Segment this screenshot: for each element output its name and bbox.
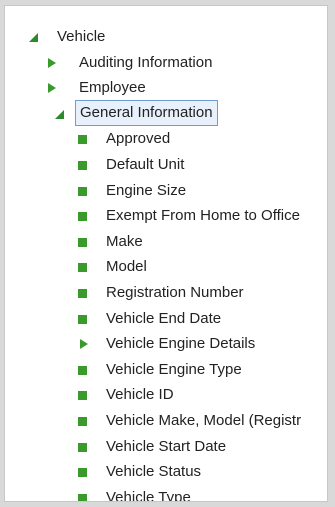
field-leaf-icon: [77, 133, 89, 145]
collapsed-toggle-icon[interactable]: [45, 57, 57, 69]
tree-node-employee[interactable]: Employee: [5, 75, 327, 101]
tree-node-label: Default Unit: [106, 155, 185, 173]
tree-node-label: Vehicle ID: [106, 386, 174, 404]
field-leaf-icon: [77, 364, 89, 376]
field-leaf-icon: [77, 236, 89, 248]
collapsed-toggle-icon[interactable]: [77, 338, 89, 350]
field-tree-panel: Vehicle Auditing Information Employee Ge…: [4, 5, 328, 502]
field-leaf-icon: [77, 313, 89, 325]
field-leaf-icon: [77, 159, 89, 171]
tree-leaf-vehicle-status[interactable]: Vehicle Status: [5, 459, 327, 485]
tree-leaf-vehicle-start-date[interactable]: Vehicle Start Date: [5, 434, 327, 460]
collapsed-toggle-icon[interactable]: [45, 82, 57, 94]
tree-node-vehicle-engine-details[interactable]: Vehicle Engine Details: [5, 331, 327, 357]
field-leaf-icon: [77, 466, 89, 478]
tree-node-label: Engine Size: [106, 181, 187, 199]
tree-node-general-information[interactable]: General Information: [5, 99, 327, 127]
expand-toggle-icon[interactable]: [53, 108, 65, 120]
tree-node-auditing-information[interactable]: Auditing Information: [5, 50, 327, 76]
tree-leaf-exempt-from-home-to-office[interactable]: Exempt From Home to Office: [5, 203, 327, 229]
field-tree: Vehicle Auditing Information Employee Ge…: [5, 24, 327, 502]
tree-node-label: Vehicle: [57, 28, 106, 45]
tree-leaf-engine-size[interactable]: Engine Size: [5, 178, 327, 204]
field-leaf-icon: [77, 210, 89, 222]
tree-node-label: Vehicle Make, Model (Registr: [106, 411, 302, 429]
tree-node-label: Exempt From Home to Office: [106, 207, 300, 225]
expand-toggle-icon[interactable]: [27, 31, 39, 43]
tree-node-label: Vehicle End Date: [106, 309, 222, 327]
tree-node-label: Vehicle Engine Type: [106, 360, 242, 378]
tree-leaf-vehicle-make-model[interactable]: Vehicle Make, Model (Registr: [5, 408, 327, 434]
tree-leaf-default-unit[interactable]: Default Unit: [5, 152, 327, 178]
tree-node-label-selected: General Information: [75, 99, 218, 126]
tree-node-label: Employee: [79, 79, 146, 97]
tree-node-label: Make: [106, 232, 143, 250]
tree-leaf-model[interactable]: Model: [5, 254, 327, 280]
tree-node-label: Auditing Information: [79, 53, 213, 71]
field-leaf-icon: [77, 492, 89, 501]
field-leaf-icon: [77, 287, 89, 299]
field-leaf-icon: [77, 389, 89, 401]
tree-node-label: Vehicle Type: [106, 488, 191, 502]
tree-leaf-vehicle-end-date[interactable]: Vehicle End Date: [5, 306, 327, 332]
tree-leaf-registration-number[interactable]: Registration Number: [5, 280, 327, 306]
tree-leaf-make[interactable]: Make: [5, 229, 327, 255]
tree-node-label: Model: [106, 258, 147, 276]
tree-leaf-vehicle-id[interactable]: Vehicle ID: [5, 382, 327, 408]
tree-node-label: Vehicle Start Date: [106, 437, 227, 455]
tree-node-label: Vehicle Engine Details: [106, 335, 256, 353]
field-leaf-icon: [77, 415, 89, 427]
field-leaf-icon: [77, 441, 89, 453]
field-leaf-icon: [77, 185, 89, 197]
tree-node-vehicle[interactable]: Vehicle: [5, 24, 327, 50]
tree-node-label: Registration Number: [106, 283, 244, 301]
tree-leaf-vehicle-type[interactable]: Vehicle Type: [5, 485, 327, 502]
tree-node-label: Approved: [106, 130, 171, 148]
tree-leaf-approved[interactable]: Approved: [5, 126, 327, 152]
tree-leaf-vehicle-engine-type[interactable]: Vehicle Engine Type: [5, 357, 327, 383]
field-leaf-icon: [77, 261, 89, 273]
tree-node-label: Vehicle Status: [106, 463, 202, 481]
